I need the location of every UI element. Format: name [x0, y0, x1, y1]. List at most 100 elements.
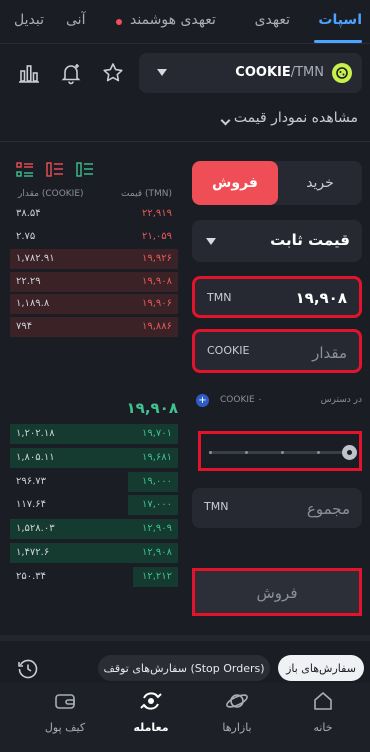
market-tabs: اسپات تعهدی تعهدی هوشمند آنی تبدیل [0, 0, 370, 44]
pair-label: COOKIE/TMN [235, 65, 324, 80]
amount-placeholder: مقدار [312, 344, 347, 362]
active-tab-underline [314, 40, 362, 43]
wallet-icon [53, 689, 77, 713]
history-icon[interactable] [16, 657, 40, 681]
open-orders-tab[interactable]: سفارش‌های باز [278, 655, 364, 681]
total-unit: TMN [204, 500, 229, 513]
row-amount: ۱,۵۲۸.۰۳ [16, 523, 55, 535]
row-amount: ۱۱۷.۶۴ [16, 499, 47, 511]
tab-margin[interactable]: تعهدی [255, 12, 290, 28]
bottom-nav: خانه بازارها معامله کیف پول [0, 683, 370, 752]
total-input[interactable]: TMN مجموع [192, 488, 362, 528]
star-icon[interactable] [100, 60, 126, 86]
amount-input[interactable]: COOKIE مقدار [192, 329, 362, 373]
side-toggle: فروش خرید [192, 161, 362, 205]
chevron-down-icon [220, 115, 231, 126]
row-price: ۱۲,۹۰۹ [141, 523, 172, 535]
slider-tick [245, 451, 248, 454]
chevron-down-icon [206, 238, 216, 245]
orderbook-row[interactable]: ۱۹,۹۰۶ ۱,۱۸۹.۸ [10, 294, 178, 314]
orders-bar: سفارش‌های باز سفارش‌های توقف (Stop Order… [0, 635, 370, 683]
nav-markets[interactable]: بازارها [200, 689, 274, 734]
row-amount: ۲۵۰.۳۴ [16, 570, 47, 582]
slider-tick [209, 451, 212, 454]
orderbook-row[interactable]: ۱۹,۰۰۰ ۲۹۶.۷۳ [10, 471, 178, 492]
row-amount: ۲۲.۲۹ [16, 275, 41, 287]
orderbook-row[interactable]: ۱۹,۷۰۱ ۱,۲۰۲.۱۸ [10, 424, 178, 444]
price-value: ۱۹,۹۰۸ [295, 289, 347, 307]
row-price: ۲۲,۹۱۹ [141, 208, 172, 219]
bell-plus-icon[interactable] [58, 60, 84, 86]
deposit-plus-icon[interactable]: + [196, 394, 209, 407]
nav-trade[interactable]: معامله [114, 689, 188, 734]
trade-icon [139, 689, 163, 713]
orderbook-row[interactable]: ۱۹,۹۲۶ ۱,۷۸۲.۹۱ [10, 249, 178, 269]
orderbook-row[interactable]: ۱۲,۹۰۸ ۱,۴۷۲.۶ [10, 543, 178, 563]
row-price: ۲۱,۰۵۹ [141, 230, 172, 242]
row-price: ۱۹,۰۰۰ [141, 475, 172, 487]
available-value: COOKIE ۰ [220, 395, 263, 405]
buy-tab[interactable]: خرید [278, 161, 362, 205]
row-amount: ۱,۴۷۲.۶ [16, 547, 50, 558]
amount-slider[interactable] [198, 431, 362, 471]
pair-selector[interactable]: COOKIE/TMN [139, 53, 362, 93]
price-input[interactable]: TMN ۱۹,۹۰۸ [192, 276, 362, 318]
tab-instant[interactable]: آنی [66, 12, 85, 28]
chevron-down-icon [157, 69, 167, 76]
tab-convert[interactable]: تبدیل [14, 12, 44, 28]
row-price: ۱۹,۶۸۱ [141, 451, 172, 463]
row-price: ۱۹,۹۲۶ [141, 253, 172, 264]
available-balance: در دسترس COOKIE ۰ + [192, 394, 362, 409]
planet-icon [225, 689, 249, 713]
price-unit: TMN [207, 291, 232, 304]
order-type-select[interactable]: قیمت ثابت [192, 220, 362, 262]
last-price: ۱۹,۹۰۸ [126, 399, 178, 417]
row-amount: ۳۸.۵۴ [16, 208, 41, 219]
row-amount: ۱,۲۰۲.۱۸ [16, 428, 55, 439]
row-amount: ۱,۷۸۲.۹۱ [16, 253, 55, 264]
tab-smart-margin[interactable]: تعهدی هوشمند [130, 12, 216, 28]
total-placeholder: مجموع [306, 500, 350, 518]
orderbook-both-icon[interactable] [16, 161, 34, 179]
row-price: ۱۲,۲۱۲ [141, 570, 172, 582]
chart-bars-icon[interactable] [16, 60, 42, 86]
home-icon [311, 689, 335, 713]
sell-submit-button[interactable]: فروش [192, 568, 362, 616]
slider-tick [317, 451, 320, 454]
price-chart-link[interactable]: مشاهده نمودار قیمت [234, 110, 358, 126]
orderbook-row[interactable]: ۱۹,۸۸۶ ۷۹۴ [10, 316, 178, 337]
row-price: ۱۲,۹۰۸ [141, 547, 172, 558]
orderbook-asks-icon[interactable] [46, 161, 64, 179]
row-price: ۱۷,۰۰۰ [141, 499, 172, 511]
row-amount: ۱,۱۸۹.۸ [16, 298, 50, 309]
amount-unit: COOKIE [207, 344, 250, 357]
tab-spot[interactable]: اسپات [318, 12, 362, 28]
available-label: در دسترس [320, 395, 362, 405]
row-amount: ۲۹۶.۷۳ [16, 475, 47, 487]
row-price: ۱۹,۹۰۸ [141, 275, 172, 287]
amount-column-header: مقدار (COOKIE) [18, 189, 84, 199]
price-column-header: قیمت (TMN) [121, 189, 172, 199]
orderbook-row[interactable]: ۱۲,۲۱۲ ۲۵۰.۳۴ [10, 566, 178, 587]
row-amount: ۷۹۴ [16, 320, 33, 332]
orderbook-row[interactable]: ۲۲,۹۱۹ ۳۸.۵۴ [10, 204, 178, 224]
orderbook-row[interactable]: ۱۹,۹۰۸ ۲۲.۲۹ [10, 271, 178, 292]
nav-home[interactable]: خانه [286, 689, 360, 734]
cookie-coin-icon [332, 63, 352, 83]
slider-thumb[interactable] [342, 445, 357, 460]
sell-tab[interactable]: فروش [192, 161, 278, 205]
divider [0, 141, 370, 142]
stop-orders-tab[interactable]: سفارش‌های توقف (Stop Orders) [98, 655, 270, 681]
nav-wallet[interactable]: کیف پول [28, 689, 102, 734]
orderbook-row[interactable]: ۱۷,۰۰۰ ۱۱۷.۶۴ [10, 495, 178, 516]
orderbook-bids-icon[interactable] [76, 161, 94, 179]
order-type-label: قیمت ثابت [270, 231, 350, 249]
row-amount: ۱,۸۰۵.۱۱ [16, 451, 55, 463]
orderbook-row[interactable]: ۲۱,۰۵۹ ۲.۷۵ [10, 227, 178, 247]
row-price: ۱۹,۷۰۱ [141, 428, 172, 439]
row-price: ۱۹,۸۸۶ [141, 320, 172, 332]
orderbook-row[interactable]: ۱۲,۹۰۹ ۱,۵۲۸.۰۳ [10, 519, 178, 540]
row-amount: ۲.۷۵ [16, 230, 36, 242]
row-price: ۱۹,۹۰۶ [141, 298, 172, 309]
orderbook-row[interactable]: ۱۹,۶۸۱ ۱,۸۰۵.۱۱ [10, 447, 178, 468]
